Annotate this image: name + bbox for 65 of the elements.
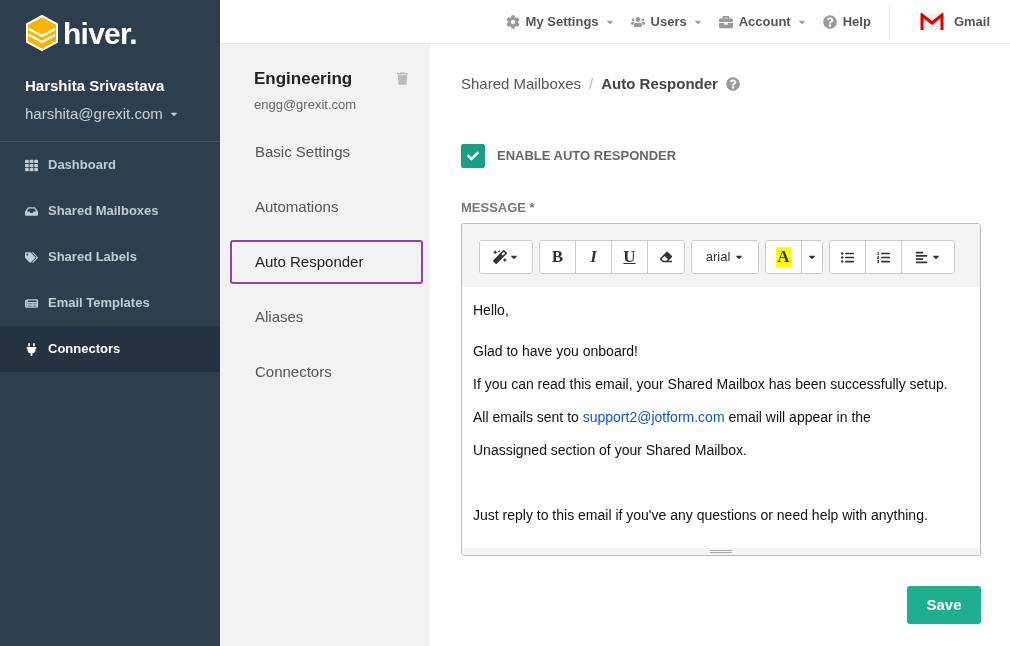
color-dropdown-button[interactable]	[802, 241, 822, 273]
magic-wand-button[interactable]	[480, 241, 532, 273]
plug-icon	[25, 342, 38, 356]
breadcrumb-separator: /	[589, 74, 594, 94]
nav-item[interactable]: Connectors	[0, 326, 220, 372]
bullet-list-icon	[841, 250, 854, 264]
top-menu-item[interactable]: Account	[718, 11, 807, 32]
settings-icon	[505, 14, 520, 29]
newspaper-icon	[25, 296, 38, 310]
nav-item[interactable]: Dashboard	[0, 142, 220, 188]
grid-icon	[25, 158, 38, 172]
eraser-button[interactable]	[648, 241, 684, 273]
message-line: All emails sent to support2@jotform.com email will appear in the	[473, 408, 872, 427]
nav-item[interactable]: Shared Labels	[0, 234, 220, 280]
logo-icon	[25, 14, 59, 54]
message-line: Unassigned section of your Shared Mailbox.	[473, 441, 748, 460]
mailbox-name: Engineering	[254, 68, 354, 90]
gmail-link[interactable]: Gmail	[919, 11, 990, 32]
email-link[interactable]: support2@jotform.com	[582, 409, 725, 425]
numbered-list-button[interactable]	[866, 241, 902, 273]
inbox-icon	[25, 204, 38, 218]
mailbox-email: engg@grexit.com	[254, 95, 357, 114]
highlight-color-button[interactable]: A	[766, 241, 802, 273]
message-line: Just reply to this email if you've any questions or need help with anything.	[473, 506, 929, 525]
top-menu-item[interactable]: My Settings	[505, 11, 615, 32]
gmail-icon	[919, 12, 944, 31]
eraser-icon	[660, 251, 672, 263]
message-label: MESSAGE *	[461, 198, 536, 217]
help-icon	[822, 14, 837, 29]
font-dropdown[interactable]: arial	[692, 241, 758, 273]
brand-name: hiver.	[63, 19, 137, 49]
breadcrumb-current: Auto Responder	[601, 74, 718, 94]
bold-button[interactable]: B	[540, 241, 576, 273]
users-icon	[630, 14, 645, 29]
message-line: Hello,	[473, 301, 510, 320]
numbered-list-icon	[877, 250, 890, 264]
enable-checkbox[interactable]	[461, 143, 485, 168]
settings-menu-item[interactable]: Auto Responder	[230, 240, 423, 284]
italic-button[interactable]: I	[576, 241, 612, 273]
nav-item[interactable]: Email Templates	[0, 280, 220, 326]
message-editor[interactable]	[461, 223, 981, 556]
nav-item[interactable]: Shared Mailboxes	[0, 188, 220, 234]
user-email-dropdown[interactable]: harshita@grexit.com	[25, 102, 179, 125]
highlight-letter: A	[776, 247, 791, 267]
bullet-list-button[interactable]	[830, 241, 866, 273]
user-name: Harshita Srivastava	[25, 76, 166, 96]
align-icon	[915, 250, 928, 264]
settings-menu-item[interactable]: Connectors	[230, 350, 423, 394]
help-icon[interactable]	[725, 77, 740, 92]
top-menu-item[interactable]: Users	[630, 11, 703, 32]
briefcase-icon	[718, 14, 733, 29]
align-dropdown[interactable]	[902, 241, 954, 273]
resize-handle[interactable]	[462, 548, 980, 555]
enable-label: ENABLE AUTO RESPONDER	[497, 146, 677, 165]
message-line: Glad to have you onboard!	[473, 342, 639, 361]
message-line: If you can read this email, your Shared Mailbox has been successfully setup.	[473, 375, 949, 394]
top-menu-item[interactable]: Help	[822, 11, 871, 32]
settings-menu-item[interactable]: Automations	[230, 185, 423, 229]
underline-button[interactable]: U	[612, 241, 648, 273]
check-icon	[467, 149, 479, 162]
magic-wand-icon	[493, 250, 507, 264]
settings-menu-item[interactable]: Basic Settings	[230, 130, 423, 174]
settings-menu-item[interactable]: Aliases	[230, 295, 423, 339]
tags-icon	[25, 250, 38, 264]
breadcrumb-link[interactable]: Shared Mailboxes	[461, 73, 582, 96]
